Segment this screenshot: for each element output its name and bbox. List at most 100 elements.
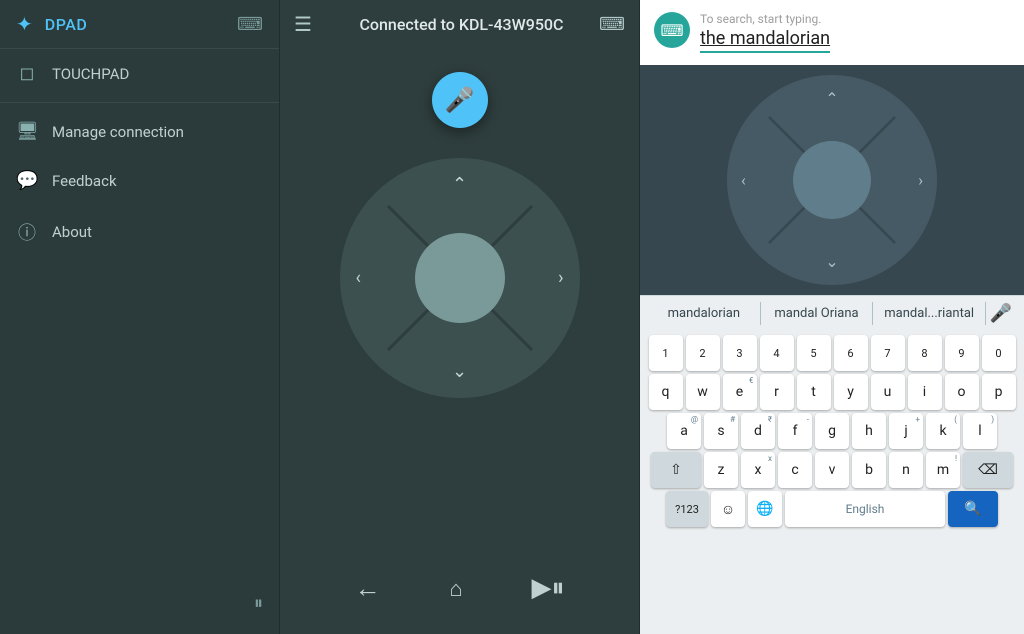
- key-s[interactable]: s#: [704, 413, 738, 449]
- key-j[interactable]: j+: [889, 413, 923, 449]
- remote-title: Connected to KDL-43W950C: [324, 15, 599, 34]
- dpad-center-button[interactable]: [415, 233, 505, 323]
- sidebar-item-manage[interactable]: 🖥 Manage connection: [0, 107, 279, 156]
- back-button[interactable]: ←: [344, 563, 390, 614]
- key-d[interactable]: d₹: [741, 413, 775, 449]
- dpad-header-icon: ✦: [16, 12, 33, 36]
- manage-icon: 🖥: [16, 121, 38, 142]
- key-b[interactable]: b: [852, 452, 886, 488]
- key-y[interactable]: y: [834, 374, 868, 410]
- keyboard-panel: ⌨ To search, start typing. the mandalori…: [640, 0, 1024, 634]
- sidebar-divider: [0, 102, 279, 103]
- mic-icon: 🎤: [445, 86, 475, 114]
- search-box-keyboard-icon: ⌨: [654, 12, 690, 48]
- key-o[interactable]: o: [945, 374, 979, 410]
- key-m[interactable]: m!: [926, 452, 960, 488]
- search-input[interactable]: the mandalorian: [700, 28, 830, 53]
- search-box: ⌨ To search, start typing. the mandalori…: [640, 0, 1024, 65]
- dpad-down-button[interactable]: ⌄: [452, 361, 467, 382]
- key-2[interactable]: 2: [686, 335, 720, 371]
- touchpad-icon: ◻: [16, 63, 38, 84]
- key-v[interactable]: v: [815, 452, 849, 488]
- key-6[interactable]: 6: [834, 335, 868, 371]
- search-hint: To search, start typing.: [700, 12, 830, 26]
- number-row: 1 2 3 4 5 6 7 8 9 0: [642, 335, 1022, 371]
- space-key[interactable]: English: [785, 491, 945, 527]
- small-dpad-right[interactable]: ›: [918, 171, 923, 190]
- key-1[interactable]: 1: [649, 335, 683, 371]
- panel1-bottom-indicator: ⏸: [254, 593, 263, 614]
- keyboard: 1 2 3 4 5 6 7 8 9 0 q w e€ r t y u i o p…: [640, 331, 1024, 634]
- key-t[interactable]: t: [797, 374, 831, 410]
- manage-label: Manage connection: [52, 123, 184, 141]
- about-icon: ⓘ: [16, 219, 38, 245]
- numbers-key[interactable]: ?123: [666, 491, 708, 527]
- emoji-key[interactable]: ☺: [711, 491, 745, 527]
- suggestion-3[interactable]: mandal...riantal: [873, 302, 986, 325]
- nav-bar: ← ⌂ ▶⏸: [280, 543, 639, 634]
- feedback-label: Feedback: [52, 172, 117, 190]
- keyboard-row-bottom: ?123 ☺ 🌐 English 🔍: [642, 491, 1022, 527]
- key-z[interactable]: z: [704, 452, 738, 488]
- small-dpad-up[interactable]: ⌃: [825, 89, 838, 108]
- shift-key[interactable]: ⇧: [651, 452, 701, 488]
- small-dpad-down[interactable]: ⌄: [825, 252, 838, 271]
- mic-button[interactable]: 🎤: [432, 72, 488, 128]
- key-8[interactable]: 8: [908, 335, 942, 371]
- small-dpad-center[interactable]: [793, 141, 871, 219]
- key-7[interactable]: 7: [871, 335, 905, 371]
- play-pause-button[interactable]: ▶⏸: [522, 563, 575, 614]
- suggestions-bar: mandalorian mandal Oriana mandal...riant…: [640, 295, 1024, 331]
- key-f[interactable]: f-: [778, 413, 812, 449]
- small-dpad-left[interactable]: ‹: [741, 171, 746, 190]
- key-n[interactable]: n: [889, 452, 923, 488]
- keyboard-row-2: a@ s# d₹ f- g h j+ k( l): [642, 413, 1022, 449]
- sidebar-item-touchpad[interactable]: ◻ TOUCHPAD: [0, 49, 279, 98]
- key-5[interactable]: 5: [797, 335, 831, 371]
- key-9[interactable]: 9: [945, 335, 979, 371]
- globe-key[interactable]: 🌐: [748, 491, 782, 527]
- key-l[interactable]: l): [963, 413, 997, 449]
- keyboard-row-1: q w e€ r t y u i o p: [642, 374, 1022, 410]
- suggestion-1[interactable]: mandalorian: [648, 302, 761, 325]
- key-x[interactable]: xx: [741, 452, 775, 488]
- about-label: About: [52, 223, 92, 241]
- sidebar-panel: ✦ DPAD ⌨ ◻ TOUCHPAD 🖥 Manage connection …: [0, 0, 280, 634]
- key-0[interactable]: 0: [982, 335, 1016, 371]
- remote-keyboard-icon[interactable]: ⌨: [599, 14, 625, 35]
- backspace-key[interactable]: ⌫: [963, 452, 1013, 488]
- key-p[interactable]: p: [982, 374, 1016, 410]
- dpad-left-button[interactable]: ‹: [356, 268, 361, 289]
- search-key[interactable]: 🔍: [948, 491, 998, 527]
- keyboard-row-3: ⇧ z xx c v b n m! ⌫: [642, 452, 1022, 488]
- key-q[interactable]: q: [649, 374, 683, 410]
- key-c[interactable]: c: [778, 452, 812, 488]
- suggestion-2[interactable]: mandal Oriana: [761, 302, 874, 325]
- key-w[interactable]: w: [686, 374, 720, 410]
- key-r[interactable]: r: [760, 374, 794, 410]
- key-i[interactable]: i: [908, 374, 942, 410]
- suggestion-mic-icon[interactable]: 🎤: [986, 303, 1016, 324]
- home-button[interactable]: ⌂: [439, 566, 472, 612]
- key-u[interactable]: u: [871, 374, 905, 410]
- keyboard-toggle-icon[interactable]: ⌨: [237, 14, 263, 35]
- sidebar-header: ✦ DPAD ⌨: [0, 0, 279, 49]
- key-h[interactable]: h: [852, 413, 886, 449]
- sidebar-item-feedback[interactable]: 💬 Feedback: [0, 156, 279, 205]
- dpad: ⌃ ⌄ ‹ ›: [340, 158, 580, 398]
- sidebar-item-about[interactable]: ⓘ About: [0, 205, 279, 259]
- sidebar-title: DPAD: [45, 15, 88, 34]
- key-g[interactable]: g: [815, 413, 849, 449]
- remote-panel: ☰ Connected to KDL-43W950C ⌨ 🎤 ⌃ ⌄ ‹ › ←…: [280, 0, 640, 634]
- key-a[interactable]: a@: [667, 413, 701, 449]
- key-e[interactable]: e€: [723, 374, 757, 410]
- search-text-area: To search, start typing. the mandalorian: [700, 12, 830, 53]
- hamburger-icon[interactable]: ☰: [294, 12, 312, 36]
- key-k[interactable]: k(: [926, 413, 960, 449]
- small-dpad: ⌃ ⌄ ‹ ›: [727, 75, 937, 285]
- key-3[interactable]: 3: [723, 335, 757, 371]
- key-4[interactable]: 4: [760, 335, 794, 371]
- dpad-up-button[interactable]: ⌃: [452, 174, 467, 195]
- keyboard-icon: ⌨: [660, 21, 683, 40]
- dpad-right-button[interactable]: ›: [558, 268, 563, 289]
